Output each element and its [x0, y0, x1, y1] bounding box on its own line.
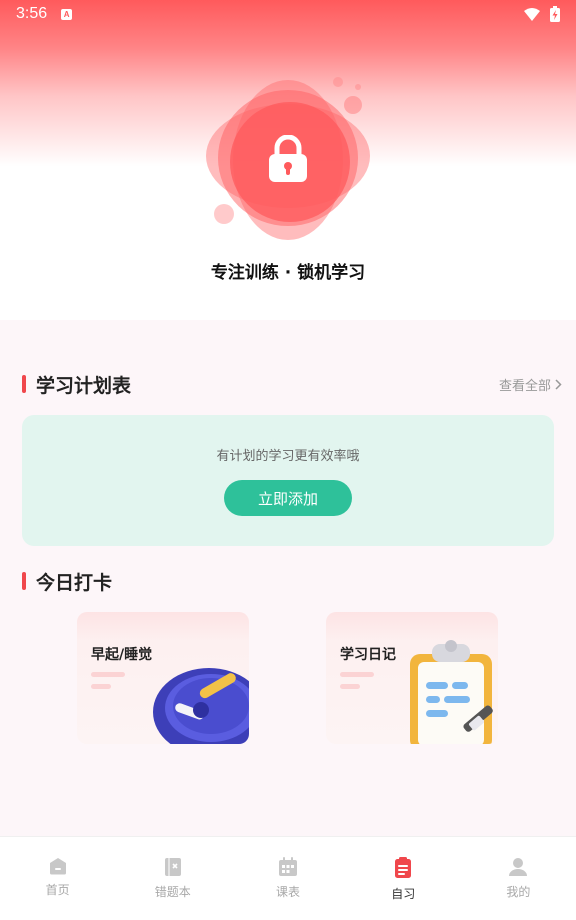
tab-label: 我的 [506, 885, 531, 899]
tab-label: 课表 [276, 885, 301, 899]
clipboard-icon [410, 640, 493, 744]
bottom-tab-bar: 首页 错题本 课表 自习 我的 [0, 836, 576, 920]
plan-empty-card: 有计划的学习更有效率哦 立即添加 [22, 415, 554, 546]
placeholder-line [91, 672, 125, 677]
checkin-card-diary[interactable]: 学习日记 [326, 612, 498, 744]
section-accent-bar [22, 572, 26, 590]
lock-icon [254, 125, 322, 193]
status-bar: 3:56 A [0, 0, 576, 28]
plan-section-header: 学习计划表 查看全部 [22, 372, 562, 397]
chevron-right-icon [555, 378, 562, 390]
section-accent-bar [22, 375, 26, 393]
checkin-section-title: 今日打卡 [36, 571, 113, 594]
checkin-card-wake-sleep[interactable]: 早起/睡觉 [77, 612, 249, 744]
view-all-label: 查看全部 [498, 378, 551, 394]
plan-hint: 有计划的学习更有效率哦 [216, 449, 360, 464]
view-all-link[interactable]: 查看全部 [499, 375, 562, 394]
wrong-book-icon [164, 858, 181, 876]
placeholder-line [91, 684, 111, 689]
focus-lock-illustration[interactable] [198, 70, 378, 250]
checkin-card-label: 学习日记 [340, 647, 396, 663]
alarm-clock-icon [153, 668, 249, 744]
wifi-icon [524, 7, 540, 21]
tab-home[interactable]: 首页 [0, 837, 115, 920]
self-study-icon [395, 857, 412, 878]
home-icon [49, 858, 66, 875]
tab-label: 错题本 [154, 885, 191, 899]
tab-label: 自习 [391, 887, 416, 901]
tab-schedule[interactable]: 课表 [230, 837, 345, 920]
checkin-section-header: 今日打卡 [22, 569, 562, 594]
calendar-icon [279, 857, 297, 876]
tab-wrong-book[interactable]: 错题本 [115, 837, 230, 920]
notification-badge-icon: A [61, 8, 73, 20]
tab-self-study[interactable]: 自习 [346, 837, 461, 920]
battery-charging-icon [550, 6, 560, 22]
tab-profile[interactable]: 我的 [461, 837, 576, 920]
placeholder-line [340, 684, 360, 689]
placeholder-line [340, 672, 374, 677]
hero-caption: 专注训练 · 锁机学习 [210, 263, 366, 283]
status-time: 3:56 [16, 5, 48, 22]
status-right [524, 6, 560, 22]
tab-label: 首页 [45, 883, 70, 897]
user-icon [509, 858, 528, 876]
add-plan-button[interactable]: 立即添加 [224, 480, 352, 516]
plan-section-title: 学习计划表 [36, 374, 132, 397]
